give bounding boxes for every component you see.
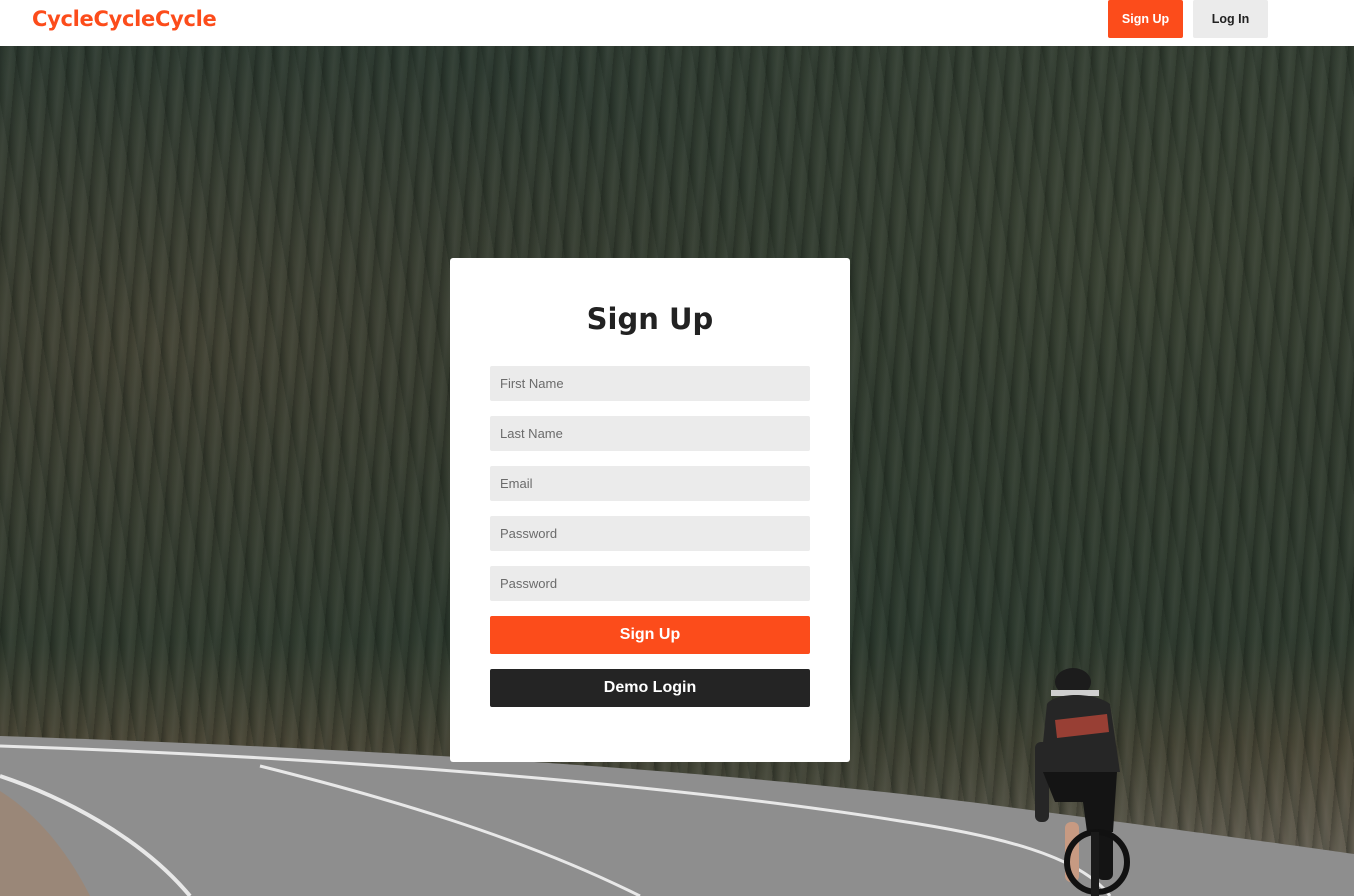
top-navbar: CycleCycleCycle Sign Up Log In: [0, 0, 1354, 46]
cyclist-figure: [1035, 668, 1130, 896]
nav-login-button[interactable]: Log In: [1193, 0, 1268, 38]
signup-submit-button[interactable]: Sign Up: [490, 616, 810, 654]
signup-form-card: Sign Up Sign Up Demo Login: [450, 258, 850, 762]
password-input[interactable]: [490, 516, 810, 551]
last-name-input[interactable]: [490, 416, 810, 451]
email-input[interactable]: [490, 466, 810, 501]
demo-login-button[interactable]: Demo Login: [490, 669, 810, 707]
nav-signup-button[interactable]: Sign Up: [1108, 0, 1183, 38]
first-name-input[interactable]: [490, 366, 810, 401]
form-title: Sign Up: [586, 302, 714, 336]
confirm-password-input[interactable]: [490, 566, 810, 601]
brand-logo-link[interactable]: CycleCycleCycle: [32, 7, 217, 31]
